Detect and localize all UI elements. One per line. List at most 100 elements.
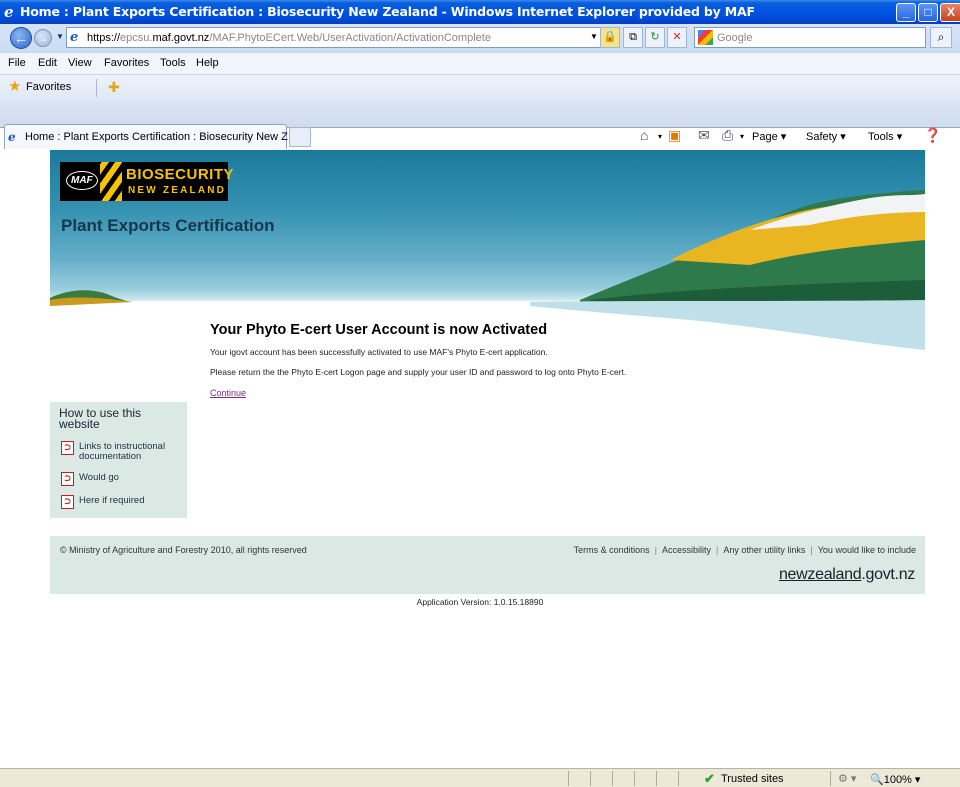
url-domain: maf.govt.nz xyxy=(152,32,210,44)
recent-pages-dropdown[interactable]: ▼ xyxy=(56,32,64,41)
tab-label: Home : Plant Exports Certification : Bio… xyxy=(25,131,298,143)
menu-bar: File Edit View Favorites Tools Help xyxy=(0,52,960,74)
help-sidebar: How to use this website ⮊ Links to instr… xyxy=(50,402,187,518)
pdf-icon: ⮊ xyxy=(61,441,74,455)
page-viewport: MAF BIOSECURITY NEW ZEALAND Plant Export… xyxy=(0,150,960,768)
pdf-icon: ⮊ xyxy=(61,472,74,486)
logon-instructions: Please return the the Phyto E-cert Logon… xyxy=(210,367,627,377)
tools-menu-label: Tools xyxy=(868,131,894,143)
main-content: Your Phyto E-cert User Account is now Ac… xyxy=(210,322,910,399)
maximize-button[interactable]: □ xyxy=(918,3,938,22)
divider xyxy=(96,79,97,97)
menu-view[interactable]: View xyxy=(68,57,92,69)
utility-links: Terms & conditions | Accessibility | Any oth… xyxy=(573,545,916,555)
new-tab-button[interactable] xyxy=(289,127,311,147)
url-path: /MAF.PhytoECert.Web/UserActivation/Activ… xyxy=(209,32,491,44)
title-bar: e Home : Plant Exports Certification : B… xyxy=(0,0,960,24)
safety-menu[interactable]: Safety ▾ xyxy=(806,130,846,143)
stop-icon[interactable]: ✕ xyxy=(667,27,687,48)
site-title: Plant Exports Certification xyxy=(61,216,275,235)
address-dropdown-icon[interactable]: ▼ xyxy=(588,27,600,48)
print-icon[interactable]: ⎙ xyxy=(722,127,733,144)
back-button[interactable]: ← xyxy=(10,27,32,49)
zoom-level[interactable]: 🔍100% ▾ xyxy=(870,773,920,786)
include-link[interactable]: You would like to include xyxy=(818,545,916,555)
site-banner: MAF BIOSECURITY NEW ZEALAND Plant Export… xyxy=(50,150,925,350)
mail-icon[interactable]: ✉ xyxy=(698,127,710,144)
site-footer: © Ministry of Agriculture and Forestry 2… xyxy=(50,536,925,594)
tab-favicon-icon: e xyxy=(8,130,16,144)
help-icon[interactable]: ❓ xyxy=(924,127,941,144)
search-icon[interactable]: ⌕ xyxy=(930,27,952,48)
copyright-text: © Ministry of Agriculture and Forestry 2… xyxy=(60,545,307,555)
site-container: MAF BIOSECURITY NEW ZEALAND Plant Export… xyxy=(50,150,925,594)
minimize-button[interactable]: _ xyxy=(896,3,916,22)
sidebar-link-label: Would go xyxy=(79,472,119,483)
menu-favorites[interactable]: Favorites xyxy=(104,57,149,69)
logo-stripe xyxy=(100,162,122,201)
logo-line2: NEW ZEALAND xyxy=(128,185,227,196)
tab-home[interactable]: e Home : Plant Exports Certification : B… xyxy=(4,124,297,149)
terms-link[interactable]: Terms & conditions xyxy=(574,545,650,555)
home-dropdown-icon[interactable]: ▾ xyxy=(658,132,662,141)
ie-window: e Home : Plant Exports Certification : B… xyxy=(0,0,960,787)
security-zone[interactable]: Trusted sites xyxy=(721,773,784,785)
page-favicon-icon: e xyxy=(70,30,79,45)
maf-logo: MAF xyxy=(66,171,98,190)
tools-menu[interactable]: Tools ▾ xyxy=(868,130,902,143)
search-placeholder: Google xyxy=(717,32,753,44)
menu-edit[interactable]: Edit xyxy=(38,57,57,69)
refresh-icon[interactable]: ↻ xyxy=(645,27,665,48)
url-scheme: https:// xyxy=(87,32,121,44)
status-divider xyxy=(568,771,569,786)
menu-tools[interactable]: Tools xyxy=(160,57,186,69)
page-heading: Your Phyto E-cert User Account is now Ac… xyxy=(210,322,548,338)
nz-logo-main: newzealand xyxy=(778,566,862,583)
print-dropdown-icon[interactable]: ▾ xyxy=(740,132,744,141)
address-field[interactable]: e https://epcsu.maf.govt.nz/MAF.PhytoECe… xyxy=(66,27,614,48)
status-divider xyxy=(830,771,831,786)
continue-link[interactable]: Continue xyxy=(210,388,246,398)
status-divider xyxy=(590,771,591,786)
favorites-star-icon[interactable]: ★ xyxy=(8,79,21,95)
home-icon[interactable]: ⌂ xyxy=(640,127,648,143)
ie-logo-icon: e xyxy=(4,3,14,21)
url-text: https://epcsu.maf.govt.nz/MAF.PhytoECert… xyxy=(87,32,491,44)
sidebar-link-label: Links to instructional documentation xyxy=(79,441,166,462)
favorites-button[interactable]: Favorites xyxy=(26,81,71,93)
logo-line1: BIOSECURITY xyxy=(126,166,235,183)
status-bar: ✔ Trusted sites ⚙ ▾ 🔍100% ▾ xyxy=(0,768,960,787)
forward-button[interactable]: → xyxy=(34,29,52,47)
menu-file[interactable]: File xyxy=(8,57,26,69)
safety-menu-label: Safety xyxy=(806,131,838,143)
compatibility-icon[interactable]: ⧉ xyxy=(623,27,643,48)
nz-logo-suffix: .govt.nz xyxy=(861,566,915,583)
google-icon xyxy=(698,30,713,45)
accessibility-link[interactable]: Accessibility xyxy=(662,545,711,555)
app-version: Application Version: 1.0.15.18890 xyxy=(416,597,544,607)
page-menu-label: Page xyxy=(752,131,778,143)
page-menu[interactable]: Page ▾ xyxy=(752,130,786,143)
window-title: Home : Plant Exports Certification : Bio… xyxy=(20,4,755,19)
close-button[interactable]: X xyxy=(940,3,960,22)
status-divider xyxy=(678,771,679,786)
lock-icon[interactable]: 🔒 xyxy=(600,27,620,48)
status-divider xyxy=(612,771,613,786)
search-input[interactable]: Google xyxy=(694,27,926,48)
other-utility-link[interactable]: Any other utility links xyxy=(723,545,805,555)
add-favorite-icon[interactable]: ✚ xyxy=(108,79,120,96)
newzealand-govt-logo[interactable]: newzealand.govt.nz xyxy=(779,566,915,584)
url-subdomain: epcsu. xyxy=(120,32,153,44)
trusted-zone-icon: ✔ xyxy=(704,771,715,786)
zoom-value: 100% xyxy=(883,774,912,786)
feeds-icon[interactable]: ▣ xyxy=(668,127,681,144)
menu-help[interactable]: Help xyxy=(196,57,219,69)
sidebar-heading: How to use this website xyxy=(59,406,142,431)
sidebar-link-label: Here if required xyxy=(79,495,145,506)
favorites-bar: ★ Favorites ✚ xyxy=(0,74,960,100)
activation-message: Your igovt account has been successfully… xyxy=(210,347,548,357)
biosecurity-logo[interactable]: MAF BIOSECURITY NEW ZEALAND xyxy=(60,162,234,201)
protected-mode-icon[interactable]: ⚙ ▾ xyxy=(838,772,856,785)
status-divider xyxy=(634,771,635,786)
status-divider xyxy=(656,771,657,786)
